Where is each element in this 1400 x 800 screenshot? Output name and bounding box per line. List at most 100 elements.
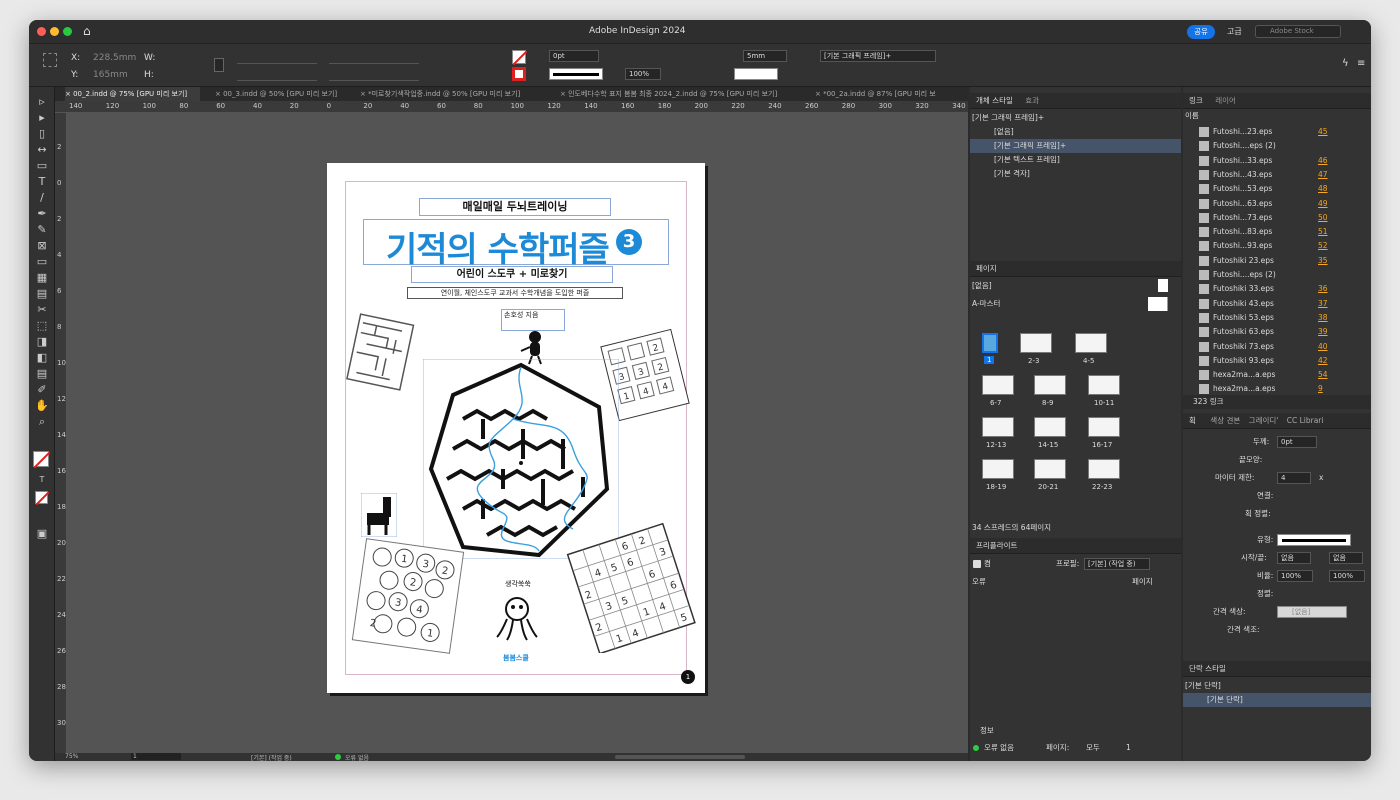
link-page[interactable]: 35 bbox=[1318, 254, 1328, 268]
cover-caption[interactable]: 연이월, 체인스도쿠 교과서 수학개념을 도입한 퍼즐 bbox=[407, 287, 623, 299]
link-page[interactable]: 38 bbox=[1318, 311, 1328, 325]
link-row[interactable]: Futoshiki 73.eps 40 bbox=[1183, 340, 1371, 354]
direct-selection-tool-icon[interactable]: ▸ bbox=[35, 111, 49, 125]
lightning-icon[interactable]: ϟ bbox=[1342, 58, 1349, 69]
reference-point-icon[interactable] bbox=[43, 53, 57, 67]
link-page[interactable]: 50 bbox=[1318, 211, 1328, 225]
content-collector-icon[interactable]: ▭ bbox=[35, 159, 49, 173]
page-thumbnail[interactable] bbox=[1020, 333, 1052, 353]
preflight-all-radio[interactable]: 모두 bbox=[1086, 741, 1116, 755]
sudoku-big[interactable]: 2 3 4 5 6 6 2 3 5 6 1 4 2 1 4 6 5 bbox=[561, 523, 699, 653]
rectangle-frame-tool-icon[interactable]: ⊠ bbox=[35, 239, 49, 253]
eyedropper-tool-icon[interactable]: ✐ bbox=[35, 383, 49, 397]
tab-effects[interactable]: 효과 bbox=[1025, 96, 1039, 105]
link-row[interactable]: Futoshi...23.eps 45 bbox=[1183, 125, 1371, 139]
page-thumbnail[interactable] bbox=[1075, 333, 1107, 353]
link-row[interactable]: Futoshi...33.eps 46 bbox=[1183, 154, 1371, 168]
free-transform-tool-icon[interactable]: ⬚ bbox=[35, 319, 49, 333]
link-row[interactable]: Futoshi...43.eps 47 bbox=[1183, 168, 1371, 182]
page-thumbnail[interactable] bbox=[1034, 375, 1066, 395]
page-thumbnail[interactable] bbox=[982, 459, 1014, 479]
link-row[interactable]: Futoshiki 33.eps 36 bbox=[1183, 282, 1371, 296]
scale-x-field[interactable] bbox=[237, 52, 317, 64]
opacity-field[interactable]: 100% bbox=[625, 68, 661, 80]
circle-puzzle[interactable]: 1 3 2 2 3 4 2 1 bbox=[351, 537, 465, 655]
link-page[interactable]: 36 bbox=[1318, 282, 1328, 296]
link-page[interactable]: 48 bbox=[1318, 182, 1328, 196]
stock-search-input[interactable]: Adobe Stock bbox=[1255, 25, 1341, 38]
rectangle-tool-icon[interactable]: ▭ bbox=[35, 255, 49, 269]
link-row[interactable]: Futoshiki 43.eps 37 bbox=[1183, 297, 1371, 311]
link-row[interactable]: hexa2ma...a.eps 54 bbox=[1183, 368, 1371, 382]
tab-layers[interactable]: 레이어 bbox=[1215, 96, 1236, 105]
object-style-item[interactable]: [기본 텍스트 프레임] bbox=[970, 153, 1181, 167]
page-navigator[interactable]: 1 bbox=[131, 753, 181, 760]
stroke-swatch[interactable] bbox=[512, 67, 526, 81]
tab-cover[interactable]: × 인도베다수학 표지 봄봄 최종 2024_2.indd @ 75% [GPU… bbox=[560, 87, 810, 101]
link-page[interactable]: 54 bbox=[1318, 368, 1328, 382]
close-window-button[interactable] bbox=[37, 27, 46, 36]
pen-tool-icon[interactable]: ✒ bbox=[35, 207, 49, 221]
maze-small-left[interactable] bbox=[345, 313, 415, 393]
page-thumbnail[interactable] bbox=[982, 375, 1014, 395]
link-page[interactable]: 40 bbox=[1318, 340, 1328, 354]
zoom-level[interactable]: 75% bbox=[65, 753, 78, 760]
tab-links[interactable]: 링크 bbox=[1189, 96, 1203, 105]
line-tool-icon[interactable]: / bbox=[35, 191, 49, 205]
workflow-status[interactable]: [기본] (작업 중) bbox=[251, 753, 292, 761]
horizontal-scrollbar[interactable] bbox=[615, 755, 745, 759]
panel-menu-icon[interactable]: ≡ bbox=[1357, 58, 1365, 69]
preflight-on-checkbox[interactable] bbox=[973, 560, 981, 568]
y-field[interactable]: 165mm bbox=[93, 70, 128, 80]
stroke-miter-input[interactable]: 4 bbox=[1277, 472, 1311, 484]
workspace-switcher[interactable]: 고급 bbox=[1227, 26, 1242, 37]
stroke-weight-field[interactable]: 0pt bbox=[549, 50, 599, 62]
page-thumbnail[interactable] bbox=[1088, 375, 1120, 395]
gap-tool-icon[interactable]: ↔ bbox=[35, 143, 49, 157]
link-row[interactable]: Futoshiki 23.eps 35 bbox=[1183, 254, 1371, 268]
tab-swatches[interactable]: 색상 견본 bbox=[1210, 416, 1240, 425]
stroke-gap-color-select[interactable]: [없음] bbox=[1277, 606, 1347, 618]
tab-00-2a[interactable]: × *00_2a.indd @ 87% [GPU 미리 보 bbox=[815, 87, 955, 101]
pencil-tool-icon[interactable]: ✎ bbox=[35, 223, 49, 237]
object-style-item[interactable]: [기본 그래픽 프레임]+ bbox=[970, 139, 1181, 153]
tab-00-3[interactable]: × 00_3.indd @ 50% [GPU 미리 보기] bbox=[215, 87, 355, 101]
preflight-profile-select[interactable]: [기본] (작업 중) bbox=[1084, 558, 1150, 570]
link-row[interactable]: Futoshiki 63.eps 39 bbox=[1183, 325, 1371, 339]
minimize-window-button[interactable] bbox=[50, 27, 59, 36]
gradient-tool-icon[interactable]: ◨ bbox=[35, 335, 49, 349]
link-page[interactable]: 46 bbox=[1318, 154, 1328, 168]
object-style-select[interactable]: [기본 그래픽 프레임]+ bbox=[820, 50, 936, 62]
apply-none-icon[interactable] bbox=[35, 491, 50, 506]
stroke-scale-start[interactable]: 100% bbox=[1277, 570, 1313, 582]
shear-field[interactable] bbox=[329, 69, 419, 81]
preflight-one-radio[interactable]: 1 bbox=[1126, 741, 1146, 755]
zoom-window-button[interactable] bbox=[63, 27, 72, 36]
page-tool-icon[interactable]: ▯ bbox=[35, 127, 49, 141]
tab-pages[interactable]: 페이지 bbox=[976, 264, 997, 273]
link-page[interactable]: 45 bbox=[1318, 125, 1328, 139]
preflight-status[interactable]: 오류 없음 bbox=[345, 753, 369, 761]
formatting-toggle-icon[interactable]: T bbox=[35, 473, 49, 487]
rotation-field[interactable] bbox=[329, 52, 419, 64]
link-row[interactable]: Futoshi...93.eps 52 bbox=[1183, 239, 1371, 253]
page-thumbnail[interactable] bbox=[982, 417, 1014, 437]
link-page[interactable]: 52 bbox=[1318, 239, 1328, 253]
home-icon[interactable]: ⌂ bbox=[83, 24, 91, 38]
pages-none-master[interactable]: [없음] bbox=[970, 279, 1181, 293]
type-tool-icon[interactable]: T bbox=[35, 175, 49, 189]
link-page[interactable]: 42 bbox=[1318, 354, 1328, 368]
share-button[interactable]: 공유 bbox=[1187, 25, 1215, 39]
stroke-scale-end[interactable]: 100% bbox=[1329, 570, 1365, 582]
tab-cc-libraries[interactable]: CC Librari bbox=[1287, 416, 1324, 425]
link-row[interactable]: Futoshi...73.eps 50 bbox=[1183, 211, 1371, 225]
object-style-item[interactable]: [기본 격자] bbox=[970, 167, 1181, 181]
link-row[interactable]: Futoshi....eps (2) bbox=[1183, 268, 1371, 282]
color-swatch[interactable] bbox=[734, 68, 778, 80]
scale-y-field[interactable] bbox=[237, 69, 317, 81]
fill-stroke-icon[interactable] bbox=[33, 451, 51, 469]
link-row[interactable]: Futoshi...53.eps 48 bbox=[1183, 182, 1371, 196]
tab-paragraph-styles[interactable]: 단락 스타일 bbox=[1189, 664, 1226, 673]
zoom-tool-icon[interactable]: ⌕ bbox=[35, 415, 49, 429]
scissors-tool-icon[interactable]: ✂ bbox=[35, 303, 49, 317]
